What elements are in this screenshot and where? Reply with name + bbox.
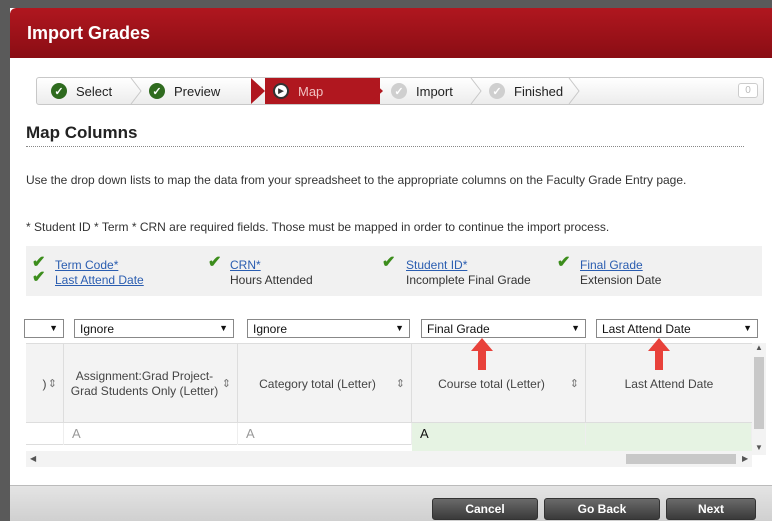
- column-map-select[interactable]: ▼: [24, 319, 64, 338]
- step-count-badge: 0: [738, 83, 758, 98]
- required-note: * Student ID * Term * CRN are required f…: [26, 220, 610, 234]
- link-student-id[interactable]: Student ID*: [406, 258, 467, 272]
- step-label: Finished: [514, 83, 564, 99]
- step-label: Select: [76, 83, 113, 99]
- table-cell: [26, 423, 64, 445]
- unmapped-hours-attended: Hours Attended: [230, 273, 313, 287]
- table-cell: [586, 423, 752, 445]
- step-label: Map: [298, 83, 324, 99]
- check-circle-icon: ✓: [489, 83, 505, 99]
- scroll-thumb[interactable]: [754, 357, 764, 429]
- background: [0, 0, 10, 521]
- title-bar: Import Grades: [10, 8, 772, 58]
- step-separator-icon: [251, 78, 265, 104]
- scroll-right-icon[interactable]: ▶: [742, 454, 748, 463]
- dropdown-arrow-icon: ▼: [395, 323, 404, 333]
- check-circle-icon: ✓: [391, 83, 407, 99]
- dialog-footer: Cancel Go Back Next: [10, 485, 772, 521]
- column-header[interactable]: Course total (Letter) ⇕: [412, 344, 586, 424]
- scroll-left-icon[interactable]: ◀: [30, 454, 36, 463]
- check-icon: ✔: [382, 254, 396, 271]
- go-back-button[interactable]: Go Back: [544, 498, 660, 520]
- play-circle-icon: ▶: [273, 83, 289, 99]
- step-separator-icon: [470, 78, 482, 104]
- column-header[interactable]: Assignment:Grad Project-Grad Students On…: [64, 344, 238, 424]
- step-label: Preview: [174, 83, 221, 99]
- scroll-thumb[interactable]: [626, 454, 736, 464]
- column-map-select[interactable]: Ignore ▼: [247, 319, 410, 338]
- annotation-arrow-icon: [648, 338, 670, 370]
- horizontal-scrollbar[interactable]: ◀ ▶: [26, 451, 752, 467]
- dropdown-arrow-icon: ▼: [49, 323, 58, 333]
- link-final-grade[interactable]: Final Grade: [580, 258, 643, 272]
- scroll-down-icon[interactable]: ▼: [755, 443, 763, 452]
- table-cell: A: [64, 423, 238, 445]
- step-map[interactable]: ▶ Map: [273, 78, 323, 104]
- sort-icon: ⇕: [221, 378, 231, 390]
- step-separator-icon: [130, 78, 142, 104]
- step-select[interactable]: ✓ Select: [51, 78, 112, 104]
- column-map-select[interactable]: Final Grade ▼: [421, 319, 586, 338]
- column-header[interactable]: Category total (Letter) ⇕: [238, 344, 412, 424]
- sort-icon: ⇕: [569, 378, 579, 390]
- check-circle-icon: ✓: [149, 83, 165, 99]
- dropdown-arrow-icon: ▼: [219, 323, 228, 333]
- cancel-button[interactable]: Cancel: [432, 498, 538, 520]
- scroll-up-icon[interactable]: ▲: [755, 343, 763, 352]
- check-circle-icon: ✓: [51, 83, 67, 99]
- table-cell: A: [412, 423, 586, 445]
- mapped-col-4: Final Grade Extension Date: [580, 258, 661, 288]
- mapped-fields-panel: ✔ ✔ Term Code* Last Attend Date ✔ CRN* H…: [26, 246, 762, 296]
- vertical-scrollbar[interactable]: ▲ ▼: [752, 343, 766, 455]
- step-separator-icon: [568, 78, 580, 104]
- unmapped-incomplete-final-grade: Incomplete Final Grade: [406, 273, 531, 287]
- column-headers: ) ⇕ Assignment:Grad Project-Grad Student…: [26, 343, 752, 424]
- background-strip: [0, 0, 772, 8]
- step-separator-icon: [369, 78, 383, 104]
- check-icon: ✔: [557, 254, 571, 271]
- column-map-select[interactable]: Ignore ▼: [74, 319, 234, 338]
- dialog-title: Import Grades: [27, 23, 151, 43]
- annotation-arrow-icon: [471, 338, 493, 370]
- next-button[interactable]: Next: [666, 498, 756, 520]
- mapping-grid: ▼ Ignore ▼ Ignore ▼ Final Grade ▼ Last Atte…: [24, 315, 768, 467]
- link-last-attend-date[interactable]: Last Attend Date: [55, 273, 144, 287]
- mapped-col-1: Term Code* Last Attend Date: [55, 258, 144, 288]
- unmapped-extension-date: Extension Date: [580, 273, 662, 287]
- column-map-select[interactable]: Last Attend Date ▼: [596, 319, 758, 338]
- step-preview[interactable]: ✓ Preview: [149, 78, 220, 104]
- column-header[interactable]: ) ⇕: [26, 344, 64, 424]
- link-crn[interactable]: CRN*: [230, 258, 261, 272]
- link-term-code[interactable]: Term Code*: [55, 258, 118, 272]
- table-cell: A: [238, 423, 412, 445]
- dropdown-arrow-icon: ▼: [743, 323, 752, 333]
- wizard-steps: ✓ Select ✓ Preview ▶ Map ✓ Import ✓ Fini…: [36, 77, 764, 105]
- check-icon: ✔: [32, 269, 46, 286]
- divider: [26, 146, 744, 147]
- check-icon: ✔: [208, 254, 222, 271]
- sort-icon: ⇕: [395, 378, 405, 390]
- import-grades-dialog: Import Grades ✓ Select ✓ Preview ▶ Map ✓…: [10, 8, 772, 521]
- step-import[interactable]: ✓ Import: [391, 78, 453, 104]
- table-row: A A A: [26, 423, 752, 445]
- mapped-col-3: Student ID* Incomplete Final Grade: [406, 258, 531, 288]
- section-title: Map Columns: [26, 123, 138, 142]
- mapped-col-2: CRN* Hours Attended: [230, 258, 313, 288]
- dropdown-arrow-icon: ▼: [571, 323, 580, 333]
- instructions: Use the drop down lists to map the data …: [26, 173, 687, 187]
- step-label: Import: [416, 83, 453, 99]
- step-finished[interactable]: ✓ Finished: [489, 78, 563, 104]
- sort-icon: ⇕: [47, 378, 57, 390]
